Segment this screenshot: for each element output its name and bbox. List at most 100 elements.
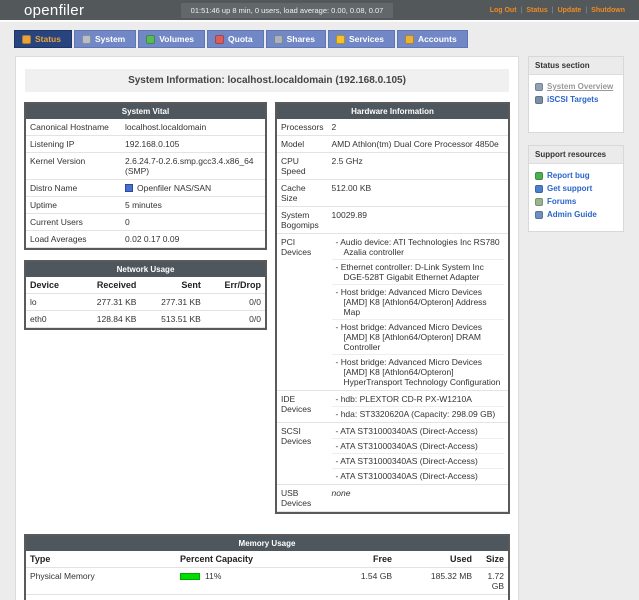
row-label: Listening IP xyxy=(26,136,121,153)
sidebar-item-forums[interactable]: Forums xyxy=(529,195,623,208)
log-out-link[interactable]: Log Out xyxy=(490,7,517,14)
sidebar-item-admin-guide[interactable]: Admin Guide xyxy=(529,208,623,221)
shares-tab-icon xyxy=(274,35,283,44)
row-value: - hdb: PLEXTOR CD-R PX-W1210A- hda: ST33… xyxy=(328,391,508,423)
row-label: CPU Speed xyxy=(277,153,328,180)
column-header: Percent Capacity xyxy=(176,551,326,568)
main-tab-bar: Status System Volumes Quota Shares Services Ac… xyxy=(0,22,639,48)
column-header: Size xyxy=(476,551,508,568)
tab-status[interactable]: Status xyxy=(14,30,72,48)
system-vital-title: System Vital xyxy=(26,104,265,119)
tab-system[interactable]: System xyxy=(74,30,136,48)
sidebar-item-report-bug[interactable]: Report bug xyxy=(529,169,623,182)
column-header: Device xyxy=(26,277,76,294)
capacity-bar xyxy=(180,573,200,580)
sidebar-item-iscsi-targets[interactable]: iSCSI Targets xyxy=(529,93,623,106)
row-label: Canonical Hostname xyxy=(26,119,121,136)
tab-quota[interactable]: Quota xyxy=(207,30,264,48)
column-header: Used xyxy=(396,551,476,568)
table-row: lo277.31 KB277.31 KB0/0 xyxy=(26,294,265,311)
tab-accounts[interactable]: Accounts xyxy=(397,30,468,48)
memory-type: Physical Memory xyxy=(26,568,176,595)
device-entry: - ATA ST31000340AS (Direct-Access) xyxy=(332,469,504,483)
row-value: - Audio device: ATI Technologies Inc RS7… xyxy=(328,234,508,391)
device-entry: - ATA ST31000340AS (Direct-Access) xyxy=(332,454,504,469)
cell: 0/0 xyxy=(205,311,265,328)
row-label: Processors xyxy=(277,119,328,136)
used-value: 118.34 MB xyxy=(396,595,476,600)
accounts-tab-icon xyxy=(405,35,414,44)
percent-capacity: 11% xyxy=(176,568,326,595)
volumes-tab-icon xyxy=(146,35,155,44)
tab-label: Services xyxy=(349,34,384,44)
row-value: 2.6.24.7-0.2.6.smp.gcc3.4.x86_64 (SMP) xyxy=(121,153,265,180)
device-entry: - ATA ST31000340AS (Direct-Access) xyxy=(332,439,504,454)
row-value: localhost.localdomain xyxy=(121,119,265,136)
sidebar-item-label: Report bug xyxy=(547,171,590,180)
column-header: Received xyxy=(76,277,140,294)
row-label: Cache Size xyxy=(277,180,328,207)
row-value: 0.02 0.17 0.09 xyxy=(121,231,265,248)
openfiler-distro-icon xyxy=(125,184,133,192)
table-row: Cache Size512.00 KB xyxy=(277,180,508,207)
table-row: Processors2 xyxy=(277,119,508,136)
cell: 128.84 KB xyxy=(76,311,140,328)
status-link[interactable]: Status xyxy=(526,7,547,14)
status-section-box: Status section System OverviewiSCSI Targ… xyxy=(528,56,624,133)
sidebar-item-system-overview[interactable]: System Overview xyxy=(529,80,623,93)
row-value: 10029.89 xyxy=(328,207,508,234)
tab-label: Shares xyxy=(287,34,315,44)
sidebar-item-get-support[interactable]: Get support xyxy=(529,182,623,195)
row-label: System Bogomips xyxy=(277,207,328,234)
percent-capacity: 7% xyxy=(176,595,326,600)
size-value: 1.72 GB xyxy=(476,568,508,595)
row-value: 512.00 KB xyxy=(328,180,508,207)
table-row: Kernel Version2.6.24.7-0.2.6.smp.gcc3.4.… xyxy=(26,153,265,180)
tab-services[interactable]: Services xyxy=(328,30,395,48)
table-row: IDE Devices- hdb: PLEXTOR CD-R PX-W1210A… xyxy=(277,391,508,423)
table-row: ModelAMD Athlon(tm) Dual Core Processor … xyxy=(277,136,508,153)
row-value: 192.168.0.105 xyxy=(121,136,265,153)
system-overview-icon xyxy=(535,83,543,91)
row-label: IDE Devices xyxy=(277,391,328,423)
link-separator: | xyxy=(585,7,587,14)
row-label: Load Averages xyxy=(26,231,121,248)
tab-label: Status xyxy=(35,34,61,44)
row-value: Openfiler NAS/SAN xyxy=(121,180,265,197)
support-resources-box: Support resources Report bug Get support F… xyxy=(528,145,624,232)
table-row: USB Devicesnone xyxy=(277,485,508,512)
tab-shares[interactable]: Shares xyxy=(266,30,326,48)
row-value: AMD Athlon(tm) Dual Core Processor 4850e xyxy=(328,136,508,153)
table-row: Listening IP192.168.0.105 xyxy=(26,136,265,153)
status-section-title: Status section xyxy=(529,57,623,75)
update-link[interactable]: Update xyxy=(558,7,582,14)
status-tab-icon xyxy=(22,35,31,44)
tab-label: Volumes xyxy=(159,34,194,44)
percent-label: 11% xyxy=(205,571,221,581)
cell: eth0 xyxy=(26,311,76,328)
support-resources-title: Support resources xyxy=(529,146,623,164)
row-label: USB Devices xyxy=(277,485,328,512)
cell: 277.31 KB xyxy=(76,294,140,311)
sidebar-item-label: Forums xyxy=(547,197,576,206)
row-label: Model xyxy=(277,136,328,153)
row-label: Current Users xyxy=(26,214,121,231)
row-label: Uptime xyxy=(26,197,121,214)
table-row: CPU Speed2.5 GHz xyxy=(277,153,508,180)
admin-guide-icon xyxy=(535,211,543,219)
shutdown-link[interactable]: Shutdown xyxy=(591,7,625,14)
tab-label: Accounts xyxy=(418,34,457,44)
device-entry: - Ethernet controller: D-Link System Inc… xyxy=(332,260,504,285)
column-header: Free xyxy=(326,551,396,568)
table-row: Distro NameOpenfiler NAS/SAN xyxy=(26,180,265,197)
hardware-info-title: Hardware Information xyxy=(277,104,508,119)
link-separator: | xyxy=(552,7,554,14)
link-separator: | xyxy=(521,7,523,14)
row-value: 2.5 GHz xyxy=(328,153,508,180)
table-row: - Kernel + applications7%118.34 MB xyxy=(26,595,508,600)
tab-volumes[interactable]: Volumes xyxy=(138,30,205,48)
hardware-info-box: Hardware Information Processors2ModelAMD… xyxy=(275,102,510,514)
page-title: System Information: localhost.localdomai… xyxy=(25,69,509,92)
iscsi-targets-icon xyxy=(535,96,543,104)
memory-usage-box: Memory Usage TypePercent CapacityFreeUse… xyxy=(24,534,510,600)
